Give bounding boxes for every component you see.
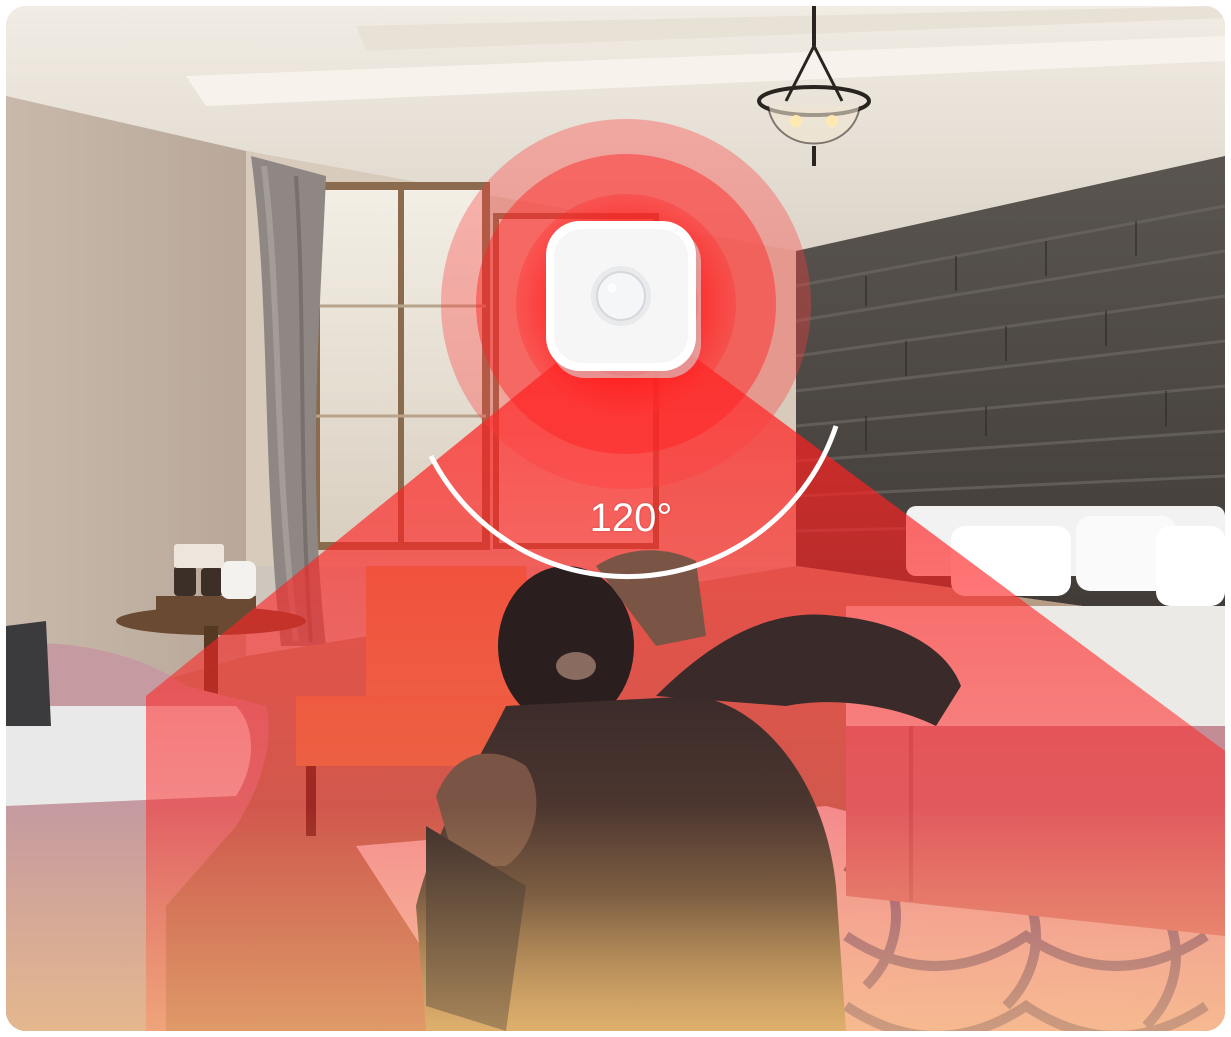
pir-motion-sensor-icon: [546, 221, 701, 378]
detection-angle-label: 120°: [589, 496, 673, 540]
photo-frame: 120°: [6, 6, 1225, 1031]
